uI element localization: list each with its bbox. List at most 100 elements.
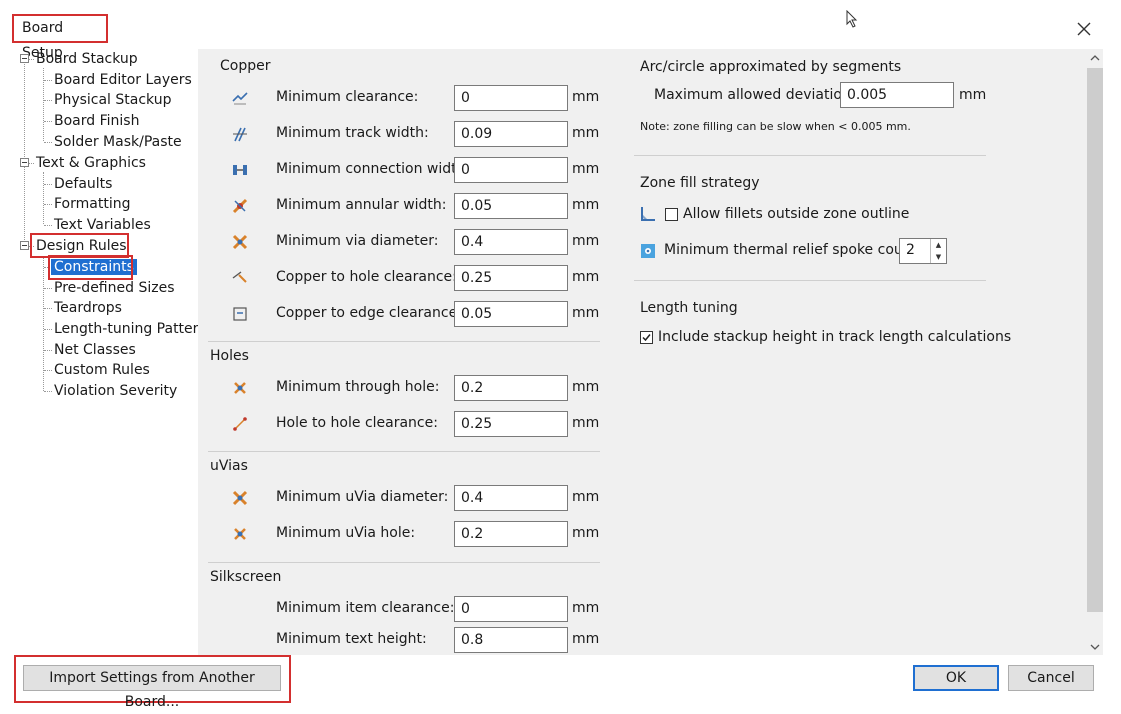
unit-label: mm [572,379,600,395]
tree-item-board-editor-layers[interactable]: Board Editor Layers [54,70,192,90]
hole-to-hole-icon [233,417,247,431]
through-hole-icon [234,382,246,394]
tree-item-teardrops[interactable]: Teardrops [54,298,122,318]
min-annular-width-input[interactable]: 0.05 [454,193,568,219]
cancel-button[interactable]: Cancel [1008,665,1094,691]
min-track-width-label: Minimum track width: [276,125,429,141]
spinner-buttons[interactable]: ▲ ▼ [930,239,946,263]
min-track-width-input[interactable]: 0.09 [454,121,568,147]
unit-label: mm [572,525,600,541]
min-via-diameter-label: Minimum via diameter: [276,233,439,249]
hole-to-hole-clearance-input[interactable]: 0.25 [454,411,568,437]
collapse-toggle-board-stackup[interactable] [20,54,29,63]
checkmark-icon [642,334,651,342]
unit-label: mm [572,89,600,105]
min-connection-width-input[interactable]: 0 [454,157,568,183]
uvias-heading: uVias [210,458,248,474]
thermal-spoke-icon [641,244,655,258]
tree-item-formatting[interactable]: Formatting [54,194,130,214]
unit-label: mm [572,197,600,213]
spoke-count-value: 2 [906,242,915,258]
track-width-icon [233,127,247,142]
tree-item-physical-stackup[interactable]: Physical Stackup [54,90,172,110]
copper-to-hole-clearance-input[interactable]: 0.25 [454,265,568,291]
include-stackup-checkbox[interactable] [640,331,653,344]
scrollbar-thumb[interactable] [1087,68,1103,612]
tree-item-text-variables[interactable]: Text Variables [54,215,151,235]
unit-label: mm [959,87,987,103]
copper-to-hole-clearance-label: Copper to hole clearance: [276,269,457,285]
min-item-clearance-input[interactable]: 0 [454,596,568,622]
separator [208,451,600,452]
window-title: Board Setup [12,14,108,61]
tree-item-violation-severity[interactable]: Violation Severity [54,381,177,401]
hole-clearance-icon [232,271,247,283]
annular-width-icon [232,198,248,214]
separator [208,341,600,342]
zone-fill-note: Note: zone filling can be slow when < 0.… [640,120,911,133]
max-deviation-label: Maximum allowed deviation: [654,87,856,103]
unit-label: mm [572,600,600,616]
min-via-diameter-input[interactable]: 0.4 [454,229,568,255]
collapse-toggle-text-graphics[interactable] [20,158,29,167]
spoke-count-label: Minimum thermal relief spoke count: [664,242,922,258]
unit-label: mm [572,489,600,505]
min-uvia-diameter-input[interactable]: 0.4 [454,485,568,511]
tree-item-predefined-sizes[interactable]: Pre-defined Sizes [54,278,174,298]
min-through-hole-input[interactable]: 0.2 [454,375,568,401]
mouse-cursor-icon [846,10,858,28]
unit-label: mm [572,125,600,141]
unit-label: mm [572,631,600,647]
spoke-count-spinner[interactable]: 2 ▲ ▼ [899,238,947,264]
min-clearance-input[interactable]: 0 [454,85,568,111]
separator [208,562,600,563]
min-uvia-hole-label: Minimum uVia hole: [276,525,416,541]
unit-label: mm [572,305,600,321]
tree-item-net-classes[interactable]: Net Classes [54,340,136,360]
min-uvia-hole-input[interactable]: 0.2 [454,521,568,547]
min-text-height-input[interactable]: 0.8 [454,627,568,653]
silkscreen-heading: Silkscreen [210,569,282,585]
scroll-down-icon[interactable] [1089,642,1101,652]
import-settings-button[interactable]: Import Settings from Another Board... [23,665,281,710]
tree-item-custom-rules[interactable]: Custom Rules [54,360,150,380]
arc-heading: Arc/circle approximated by segments [640,59,902,75]
tree-item-board-stackup[interactable]: Board Stackup [36,49,138,69]
tree-item-text-graphics[interactable]: Text & Graphics [36,153,146,173]
min-annular-width-label: Minimum annular width: [276,197,447,213]
min-through-hole-label: Minimum through hole: [276,379,440,395]
close-icon[interactable] [1073,18,1095,40]
min-text-height-label: Minimum text height: [276,631,427,647]
copper-heading: Copper [220,58,271,74]
tree-item-solder-mask-paste[interactable]: Solder Mask/Paste [54,132,182,152]
uvia-diameter-icon [232,490,248,506]
min-connection-width-label: Minimum connection width: [276,161,471,177]
spin-down-icon[interactable]: ▼ [931,251,946,263]
clearance-icon [232,92,248,105]
connection-width-icon [233,165,247,175]
min-clearance-label: Minimum clearance: [276,89,419,105]
allow-fillets-checkbox[interactable] [665,208,678,221]
copper-to-edge-clearance-label: Copper to edge clearance: [276,305,462,321]
unit-label: mm [572,161,600,177]
spin-up-icon[interactable]: ▲ [931,239,946,251]
highlight-constraints [48,255,133,280]
scroll-up-icon[interactable] [1089,53,1101,63]
tree-item-defaults[interactable]: Defaults [54,174,112,194]
hole-to-hole-clearance-label: Hole to hole clearance: [276,415,438,431]
max-deviation-input[interactable]: 0.005 [840,82,954,108]
unit-label: mm [572,233,600,249]
uvia-hole-icon [234,528,246,540]
via-diameter-icon [232,234,248,250]
include-stackup-label: Include stackup height in track length c… [658,329,1012,345]
length-tuning-heading: Length tuning [640,300,738,316]
copper-to-edge-clearance-input[interactable]: 0.05 [454,301,568,327]
holes-heading: Holes [210,348,249,364]
collapse-toggle-design-rules[interactable] [20,241,29,250]
tree-item-board-finish[interactable]: Board Finish [54,111,139,131]
min-uvia-diameter-label: Minimum uVia diameter: [276,489,449,505]
allow-fillets-label: Allow fillets outside zone outline [683,206,910,222]
ok-button[interactable]: OK [913,665,999,691]
unit-label: mm [572,269,600,285]
tree-item-length-tuning-patterns[interactable]: Length-tuning Patterns [54,319,214,339]
